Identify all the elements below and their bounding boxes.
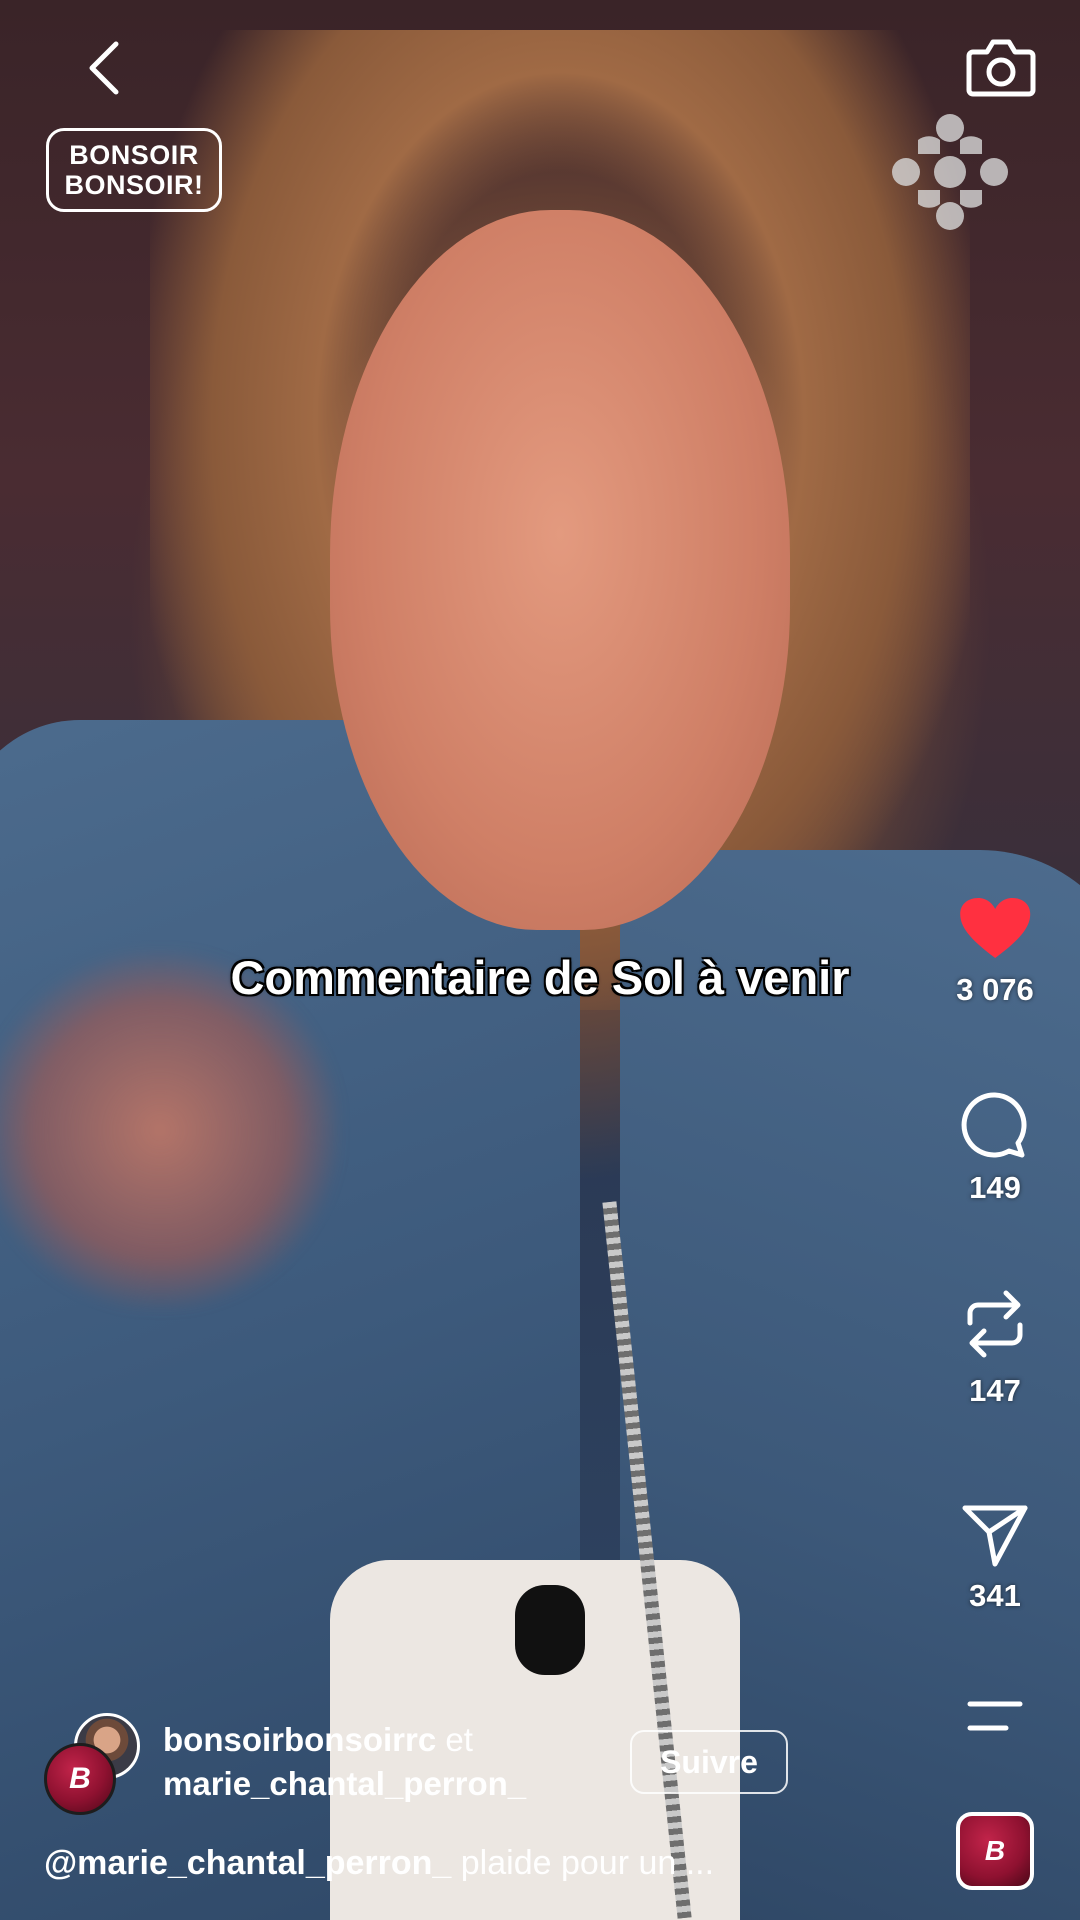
share-count: 341 [969,1578,1021,1613]
comment-count: 149 [969,1170,1021,1205]
show-logo-line1: BONSOIR [69,140,199,170]
repost-icon [967,1290,1023,1358]
comment-icon [961,1092,1027,1158]
heart-icon [959,898,1030,958]
like-button[interactable]: 3 076 [956,896,1034,1008]
author-names[interactable]: bonsoirbonsoirrc et marie_chantal_perron… [163,1718,526,1806]
author-primary[interactable]: bonsoirbonsoirrc [163,1721,436,1758]
avatar-bonsoirbonsoir[interactable]: B [44,1743,116,1815]
back-button[interactable] [82,38,132,98]
repost-button[interactable]: 147 [962,1285,1028,1409]
menu-icon [967,1701,1023,1731]
show-logo: BONSOIR BONSOIR! [46,128,222,212]
video-caption: Commentaire de Sol à venir [230,951,850,1004]
post-description[interactable]: @marie_chantal_perron_ plaide pour un ..… [44,1844,714,1883]
author-secondary[interactable]: marie_chantal_perron_ [163,1762,526,1806]
comment-button[interactable]: 149 [960,1090,1030,1206]
camera-icon [966,39,1036,97]
video-microphone [515,1585,585,1675]
show-logo-line2: BONSOIR! [64,170,204,200]
description-mention[interactable]: @marie_chantal_perron_ [44,1844,451,1882]
repost-count: 147 [969,1373,1021,1408]
like-count: 3 076 [956,972,1034,1007]
chevron-left-icon [89,41,119,95]
send-icon [962,1505,1028,1567]
cbc-gem-icon [888,110,1012,234]
follow-button[interactable]: Suivre [630,1730,788,1794]
video-face [330,210,790,930]
audio-track-thumbnail[interactable]: B [956,1812,1034,1890]
more-options-button[interactable] [966,1700,1024,1742]
description-text: plaide pour un ... [451,1844,715,1882]
camera-button[interactable] [965,34,1037,100]
share-button[interactable]: 341 [961,1502,1029,1614]
author-avatars[interactable]: B [44,1713,144,1815]
author-joiner: et [445,1721,473,1758]
